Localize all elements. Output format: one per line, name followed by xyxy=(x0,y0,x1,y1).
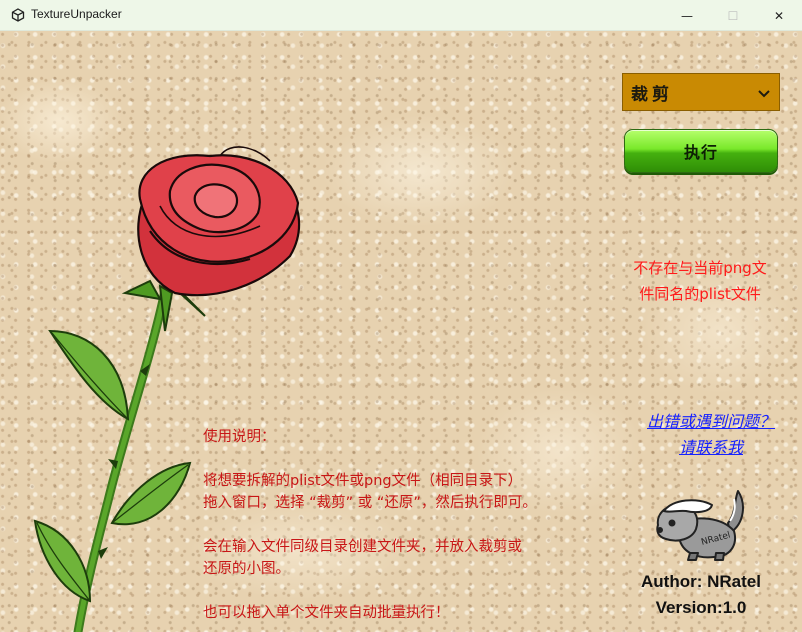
mode-select-value: 裁剪 xyxy=(631,84,673,105)
author-info: Author: NRatel Version:1.0 xyxy=(622,569,780,621)
minimize-icon: — xyxy=(681,8,693,23)
close-button[interactable]: ✕ xyxy=(756,0,802,31)
status-line-2: 件同名的plist文件 xyxy=(639,285,761,303)
status-line-1: 不存在与当前png文 xyxy=(633,259,767,277)
author-label: Author: NRatel xyxy=(641,572,761,591)
version-label: Version:1.0 xyxy=(655,598,747,617)
unity-logo-icon xyxy=(11,8,25,22)
contact-link-line-1[interactable]: 出错或遇到问题？ xyxy=(624,409,798,435)
status-message: 不存在与当前png文 件同名的plist文件 xyxy=(610,255,790,307)
instructions-step-1-line-2: 拖入窗口，选择 “裁剪” 或 “还原”，然后执行即可。 xyxy=(203,495,537,511)
window-title: TextureUnpacker xyxy=(31,7,122,21)
instructions-step-3: 也可以拖入单个文件夹自动批量执行！ xyxy=(203,605,450,621)
client-area[interactable]: 裁剪 执行 不存在与当前png文 件同名的plist文件 出错或遇到问题？ 请联… xyxy=(0,31,802,632)
contact-link[interactable]: 出错或遇到问题？ 请联系我 xyxy=(624,409,798,461)
instructions-step-2-line-1: 会在输入文件同级目录创建文件夹，并放入裁剪或 xyxy=(203,539,522,555)
execute-button-label: 执行 xyxy=(683,143,718,162)
mode-select[interactable]: 裁剪 xyxy=(622,73,780,111)
chevron-down-icon xyxy=(758,90,770,98)
instructions-step-1: 将想要拆解的plist文件或png文件（相同目录下） 拖入窗口，选择 “裁剪” … xyxy=(203,470,613,514)
instructions-step-1-line-1: 将想要拆解的plist文件或png文件（相同目录下） xyxy=(203,473,523,489)
instructions-step-2-line-2: 还原的小图。 xyxy=(203,561,290,577)
maximize-button[interactable]: ☐ xyxy=(710,0,756,31)
title-bar[interactable]: TextureUnpacker — ☐ ✕ xyxy=(0,0,802,31)
instructions-heading: 使用说明： xyxy=(203,429,276,445)
instructions-step-2: 会在输入文件同级目录创建文件夹，并放入裁剪或 还原的小图。 xyxy=(203,536,613,580)
close-icon: ✕ xyxy=(773,8,785,23)
maximize-icon: ☐ xyxy=(727,8,739,23)
minimize-button[interactable]: — xyxy=(664,0,710,31)
instructions-panel: 使用说明： 将想要拆解的plist文件或png文件（相同目录下） 拖入窗口，选择… xyxy=(203,426,613,632)
ratel-mascot: NRatel xyxy=(656,490,744,561)
execute-button[interactable]: 执行 xyxy=(624,129,778,173)
contact-link-line-2[interactable]: 请联系我 xyxy=(624,435,798,461)
